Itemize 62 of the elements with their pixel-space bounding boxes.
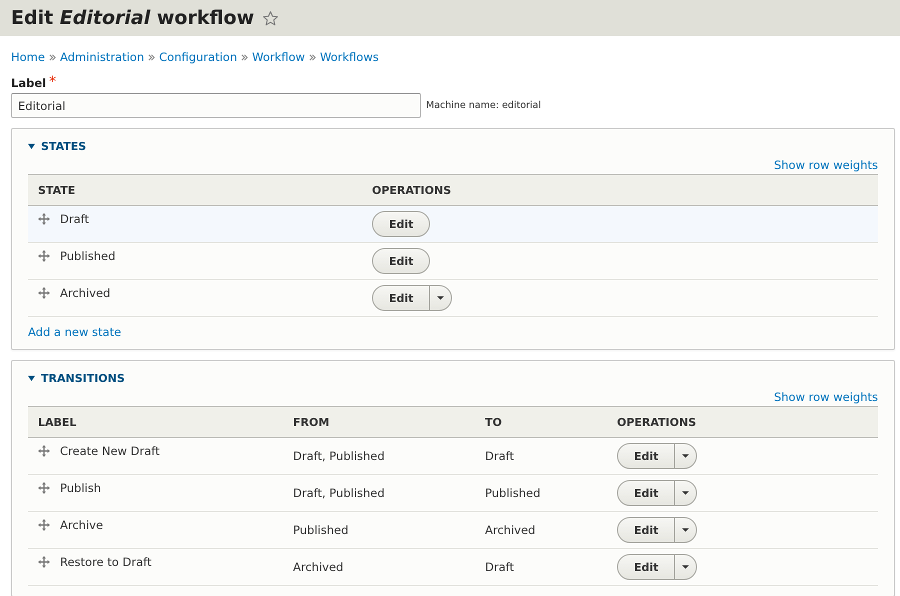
column-header: TO	[475, 406, 607, 438]
show-row-weights-link[interactable]: Show row weights	[774, 158, 878, 172]
caret-icon	[437, 296, 444, 300]
separator-icon	[48, 54, 56, 60]
table-cell: Draft	[485, 560, 514, 574]
column-header: FROM	[283, 406, 475, 438]
breadcrumb-link[interactable]: Workflow	[252, 50, 305, 64]
drag-handle-icon[interactable]	[38, 445, 50, 457]
label-input[interactable]: Editorial	[11, 93, 421, 118]
table-cell: Publish	[60, 481, 101, 495]
column-header: LABEL	[28, 406, 283, 438]
breadcrumb-link[interactable]: Configuration	[159, 50, 238, 64]
drag-handle-icon[interactable]	[38, 287, 50, 299]
column-header: OPERATIONS	[607, 406, 878, 438]
triangle-icon	[28, 374, 35, 382]
column-header: OPERATIONS	[362, 174, 878, 206]
table-cell: Draft, Published	[293, 449, 385, 463]
table-cell: Archive	[60, 518, 104, 532]
drag-handle-icon[interactable]	[38, 250, 50, 262]
page-title: Edit Editorial workflow	[11, 7, 254, 29]
separator-icon	[241, 54, 248, 60]
table-cell: Draft	[485, 449, 514, 463]
separator-icon	[308, 54, 316, 60]
drag-handle-icon[interactable]	[38, 556, 50, 568]
drag-handle-icon[interactable]	[38, 482, 50, 494]
breadcrumb-link[interactable]: Administration	[60, 50, 144, 64]
caret-icon	[682, 491, 690, 495]
table-cell: Published	[293, 523, 348, 537]
edit-button[interactable]: Edit	[373, 249, 430, 273]
required-mark: *	[49, 76, 56, 88]
caret-icon	[682, 528, 690, 532]
show-row-weights-link[interactable]: Show row weights	[774, 390, 878, 404]
section-toggle[interactable]: STATES	[28, 138, 878, 154]
table-cell: Draft, Published	[293, 486, 385, 500]
table-cell: Published	[60, 249, 116, 263]
add-state-link[interactable]: Add a new state	[28, 325, 122, 339]
edit-button[interactable]: Edit	[373, 286, 430, 310]
edit-button[interactable]: Edit	[373, 212, 430, 236]
table-cell: Create New Draft	[60, 444, 160, 458]
triangle-icon	[28, 142, 35, 150]
field-label: Label	[11, 76, 46, 90]
edit-button[interactable]: Edit	[618, 555, 674, 579]
breadcrumb-link[interactable]: Workflows	[320, 50, 379, 64]
drag-handle-icon[interactable]	[38, 213, 50, 225]
drag-handle-icon[interactable]	[38, 519, 50, 531]
table-cell: Archived	[60, 286, 110, 300]
edit-button[interactable]: Edit	[618, 444, 674, 468]
breadcrumb-link[interactable]: Home	[11, 50, 45, 64]
section-toggle[interactable]: TRANSITIONS	[28, 370, 878, 386]
table-cell: Published	[485, 486, 540, 500]
table-cell: Draft	[60, 212, 89, 226]
caret-icon	[682, 565, 690, 569]
separator-icon	[148, 54, 156, 60]
table-cell: Restore to Draft	[60, 555, 152, 569]
table-cell: Archived	[293, 560, 344, 574]
column-header: STATE	[28, 174, 362, 206]
star-icon[interactable]	[262, 10, 280, 26]
caret-icon	[682, 454, 690, 458]
edit-button[interactable]: Edit	[618, 518, 674, 542]
machine-name: Machine name: editorial	[426, 100, 542, 111]
table-cell: Archived	[485, 523, 536, 537]
edit-button[interactable]: Edit	[618, 481, 674, 505]
